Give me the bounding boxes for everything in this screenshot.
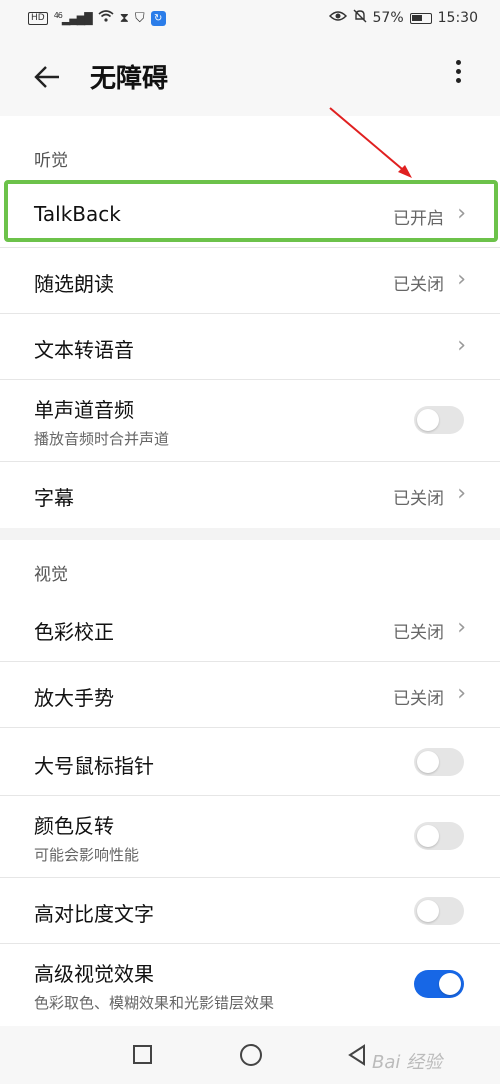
tts-row[interactable]: 文本转语音 › xyxy=(0,314,500,380)
mono-audio-subtitle: 播放音频时合并声道 xyxy=(34,430,170,448)
section-label-vision: 视觉 xyxy=(34,565,68,585)
mono-audio-row: 单声道音频 播放音频时合并声道 xyxy=(0,380,500,462)
status-bar: HD 46▂▄▆█ ⧗ ⛉ ↻ 57% 15:30 xyxy=(0,0,500,36)
battery-icon xyxy=(409,12,432,24)
status-right: 57% 15:30 xyxy=(328,9,478,27)
color-correction-status: 已关闭 xyxy=(393,623,444,643)
large-pointer-toggle[interactable] xyxy=(414,748,464,776)
back-triangle-icon[interactable] xyxy=(346,1044,368,1066)
color-inversion-subtitle: 可能会影响性能 xyxy=(34,846,140,864)
battery-percent: 57% xyxy=(372,10,404,26)
wifi-icon xyxy=(98,10,114,26)
tts-title: 文本转语音 xyxy=(34,338,134,362)
color-correction-row[interactable]: 色彩校正 已关闭 › xyxy=(0,594,500,662)
arrow-left-icon[interactable] xyxy=(32,56,72,96)
high-contrast-row: 高对比度文字 xyxy=(0,878,500,944)
recents-button[interactable] xyxy=(133,1045,152,1064)
vision-section: 视觉 色彩校正 已关闭 › 放大手势 已关闭 › 大号鼠标指针 颜色反转 可能会… xyxy=(0,540,500,1026)
more-vertical-icon[interactable] xyxy=(446,56,470,96)
large-pointer-row: 大号鼠标指针 xyxy=(0,728,500,796)
home-button[interactable] xyxy=(240,1044,262,1066)
watermark: Bai 经验 xyxy=(372,1052,443,1073)
page-title: 无障碍 xyxy=(90,64,169,94)
magnification-row[interactable]: 放大手势 已关闭 › xyxy=(0,662,500,728)
system-nav-bar: Bai 经验 xyxy=(0,1026,500,1084)
network-badge: HD xyxy=(28,11,48,25)
captions-status: 已关闭 xyxy=(393,489,444,509)
color-correction-title: 色彩校正 xyxy=(34,620,114,644)
advanced-visual-row: 高级视觉效果 色彩取色、模糊效果和光影错层效果 xyxy=(0,944,500,1026)
high-contrast-title: 高对比度文字 xyxy=(34,902,154,926)
app-notification-icon: ↻ xyxy=(150,10,166,26)
chevron-right-icon: › xyxy=(457,333,466,358)
color-inversion-title: 颜色反转 xyxy=(34,814,114,838)
color-inversion-toggle[interactable] xyxy=(414,822,464,850)
chevron-right-icon: › xyxy=(457,481,466,506)
annotation-arrow xyxy=(329,107,412,178)
high-contrast-toggle[interactable] xyxy=(414,897,464,925)
color-inversion-row: 颜色反转 可能会影响性能 xyxy=(0,796,500,878)
advanced-visual-subtitle: 色彩取色、模糊效果和光影错层效果 xyxy=(34,994,275,1012)
bell-off-icon xyxy=(353,9,367,27)
clock: 15:30 xyxy=(437,10,478,26)
chevron-right-icon: › xyxy=(457,615,466,640)
magnification-status: 已关闭 xyxy=(393,689,444,709)
status-left: HD 46▂▄▆█ ⧗ ⛉ ↻ xyxy=(28,10,166,26)
captions-row[interactable]: 字幕 已关闭 › xyxy=(0,462,500,528)
large-pointer-title: 大号鼠标指针 xyxy=(34,754,154,778)
mono-audio-toggle[interactable] xyxy=(414,406,464,434)
mono-audio-title: 单声道音频 xyxy=(34,398,134,422)
chevron-right-icon: › xyxy=(457,681,466,706)
magnification-title: 放大手势 xyxy=(34,686,114,710)
advanced-visual-toggle[interactable] xyxy=(414,970,464,998)
signal-strength: 46▂▄▆█ xyxy=(53,10,93,26)
eye-icon xyxy=(328,10,347,26)
captions-title: 字幕 xyxy=(34,486,74,510)
hourglass-icon: ⧗ xyxy=(119,10,129,26)
shield-icon: ⛉ xyxy=(134,10,145,26)
advanced-visual-title: 高级视觉效果 xyxy=(34,962,154,986)
